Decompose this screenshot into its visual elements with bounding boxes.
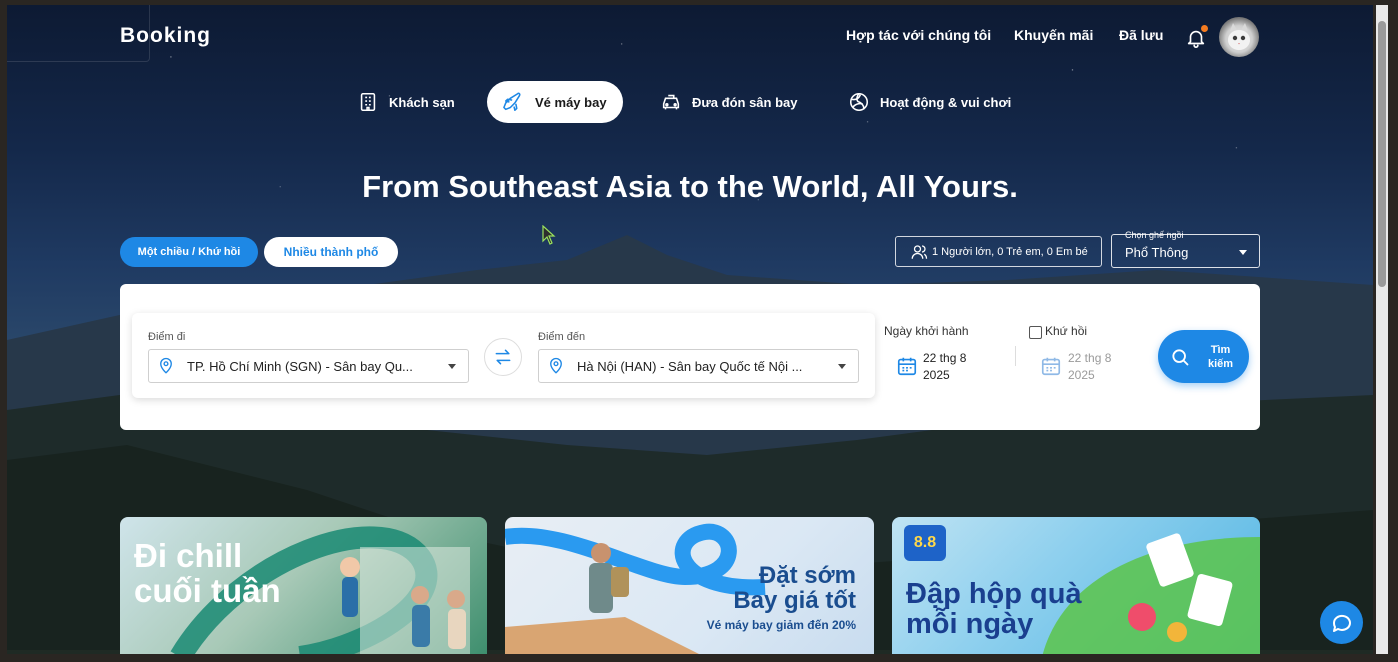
promo-card-gift-box[interactable]: 8.8 Đập hộp quà mỗi ngày (892, 517, 1260, 654)
promo-title-line: Đập hộp quà (906, 578, 1082, 610)
origin-field[interactable]: TP. Hồ Chí Minh (SGN) - Sân bay Qu... (148, 349, 469, 383)
location-pin-icon (160, 357, 172, 374)
departure-date-label: Ngày khởi hành (884, 324, 969, 338)
destination-field[interactable]: Hà Nội (HAN) - Sân bay Quốc tế Nội ... (538, 349, 859, 383)
page-scrollbar[interactable] (1376, 5, 1388, 654)
service-tab-flights[interactable]: Vé máy bay (487, 81, 623, 123)
chevron-down-icon (838, 364, 846, 369)
departure-date-day: 22 thg 8 (923, 351, 967, 365)
ball-icon (849, 92, 869, 112)
seat-class-value: Phổ Thông (1125, 245, 1189, 260)
seat-class-select[interactable]: Chọn ghế ngồi Phổ Thông (1111, 230, 1260, 268)
route-selector: Điểm đi TP. Hồ Chí Minh (SGN) - Sân bay … (132, 313, 875, 398)
nav-promotions-link[interactable]: Khuyến mãi (1014, 27, 1093, 43)
trip-type-oneway-roundtrip[interactable]: Một chiều / Khứ hồi (120, 237, 258, 267)
roundtrip-checkbox[interactable] (1029, 326, 1042, 339)
seat-class-label: Chọn ghế ngồi (1125, 230, 1184, 240)
destination-value: Hà Nội (HAN) - Sân bay Quốc tế Nội ... (577, 358, 803, 374)
return-date-year: 2025 (1068, 368, 1095, 382)
location-pin-icon (550, 357, 562, 374)
service-tab-hotels[interactable]: Khách sạn (357, 81, 455, 123)
date-divider (1015, 346, 1016, 366)
service-label: Khách sạn (389, 94, 455, 110)
chat-button[interactable] (1320, 601, 1363, 644)
origin-value: TP. Hồ Chí Minh (SGN) - Sân bay Qu... (187, 358, 413, 374)
nav-partner-link[interactable]: Hợp tác với chúng tôi (846, 27, 991, 43)
service-label: Hoạt động & vui chơi (880, 94, 1012, 110)
calendar-icon (897, 357, 917, 376)
service-tab-activities[interactable]: Hoạt động & vui chơi (848, 81, 1011, 123)
promo-card-early-booking[interactable]: Đặt sớm Bay giá tốt Vé máy bay giảm đến … (505, 517, 874, 654)
destination-label: Điểm đến (538, 331, 586, 343)
swap-route-button[interactable] (484, 338, 522, 376)
search-button[interactable]: Tìm kiếm (1158, 330, 1249, 383)
promo-title-line: Đi chill (134, 537, 243, 574)
service-tab-airport-transfer[interactable]: Đưa đón sân bay (660, 81, 798, 123)
mega-game-badge: 8.8 (904, 525, 946, 561)
flight-search-card: Điểm đi TP. Hồ Chí Minh (SGN) - Sân bay … (120, 284, 1260, 430)
roundtrip-label: Khứ hồi (1045, 324, 1088, 338)
origin-label: Điểm đi (148, 331, 186, 343)
mouse-cursor-icon (542, 225, 556, 245)
chat-bubble-icon (1332, 614, 1351, 632)
page-viewport: Booking Hợp tác với chúng tôi Khuyến mãi… (7, 5, 1373, 654)
passenger-summary: 1 Người lớn, 0 Trẻ em, 0 Em bé (932, 245, 1088, 258)
search-icon (1172, 348, 1189, 365)
passenger-selector[interactable]: 1 Người lớn, 0 Trẻ em, 0 Em bé (895, 236, 1102, 267)
swap-arrows-icon (495, 349, 511, 365)
car-icon (662, 94, 680, 110)
cat-avatar-image (1228, 23, 1250, 50)
calendar-icon (1041, 357, 1061, 376)
departure-date-field[interactable]: 22 thg 8 2025 (923, 350, 966, 384)
plane-icon (503, 92, 521, 112)
hero-headline: From Southeast Asia to the World, All Yo… (362, 169, 1018, 204)
person-icon (911, 244, 928, 259)
service-label: Vé máy bay (535, 94, 607, 110)
avatar[interactable] (1219, 17, 1259, 57)
chevron-down-icon (448, 364, 456, 369)
promo-card-weekend[interactable]: Đi chill cuối tuần (120, 517, 487, 654)
search-button-label: Tìm (1210, 343, 1231, 356)
site-logo[interactable]: Booking (120, 24, 211, 48)
service-label: Đưa đón sân bay (692, 94, 798, 110)
search-button-label: kiếm (1208, 357, 1234, 370)
scrollbar-thumb[interactable] (1378, 21, 1386, 287)
promo-title-line: Bay giá tốt (733, 587, 856, 615)
chevron-down-icon (1239, 250, 1247, 255)
building-icon (360, 92, 376, 112)
promo-title-line: cuối tuần (134, 571, 281, 609)
notification-dot (1201, 25, 1208, 32)
promo-subtitle: Vé máy bay giảm đến 20% (706, 618, 856, 633)
departure-date-year: 2025 (923, 368, 950, 382)
trip-type-multicity[interactable]: Nhiều thành phố (264, 237, 398, 267)
promo-title-line: Đặt sớm (758, 562, 856, 589)
nav-saved-link[interactable]: Đã lưu (1119, 27, 1163, 43)
return-date-day: 22 thg 8 (1068, 351, 1112, 365)
promo-title-line: mỗi ngày (906, 608, 1034, 641)
return-date-field[interactable]: 22 thg 8 2025 (1068, 350, 1111, 384)
